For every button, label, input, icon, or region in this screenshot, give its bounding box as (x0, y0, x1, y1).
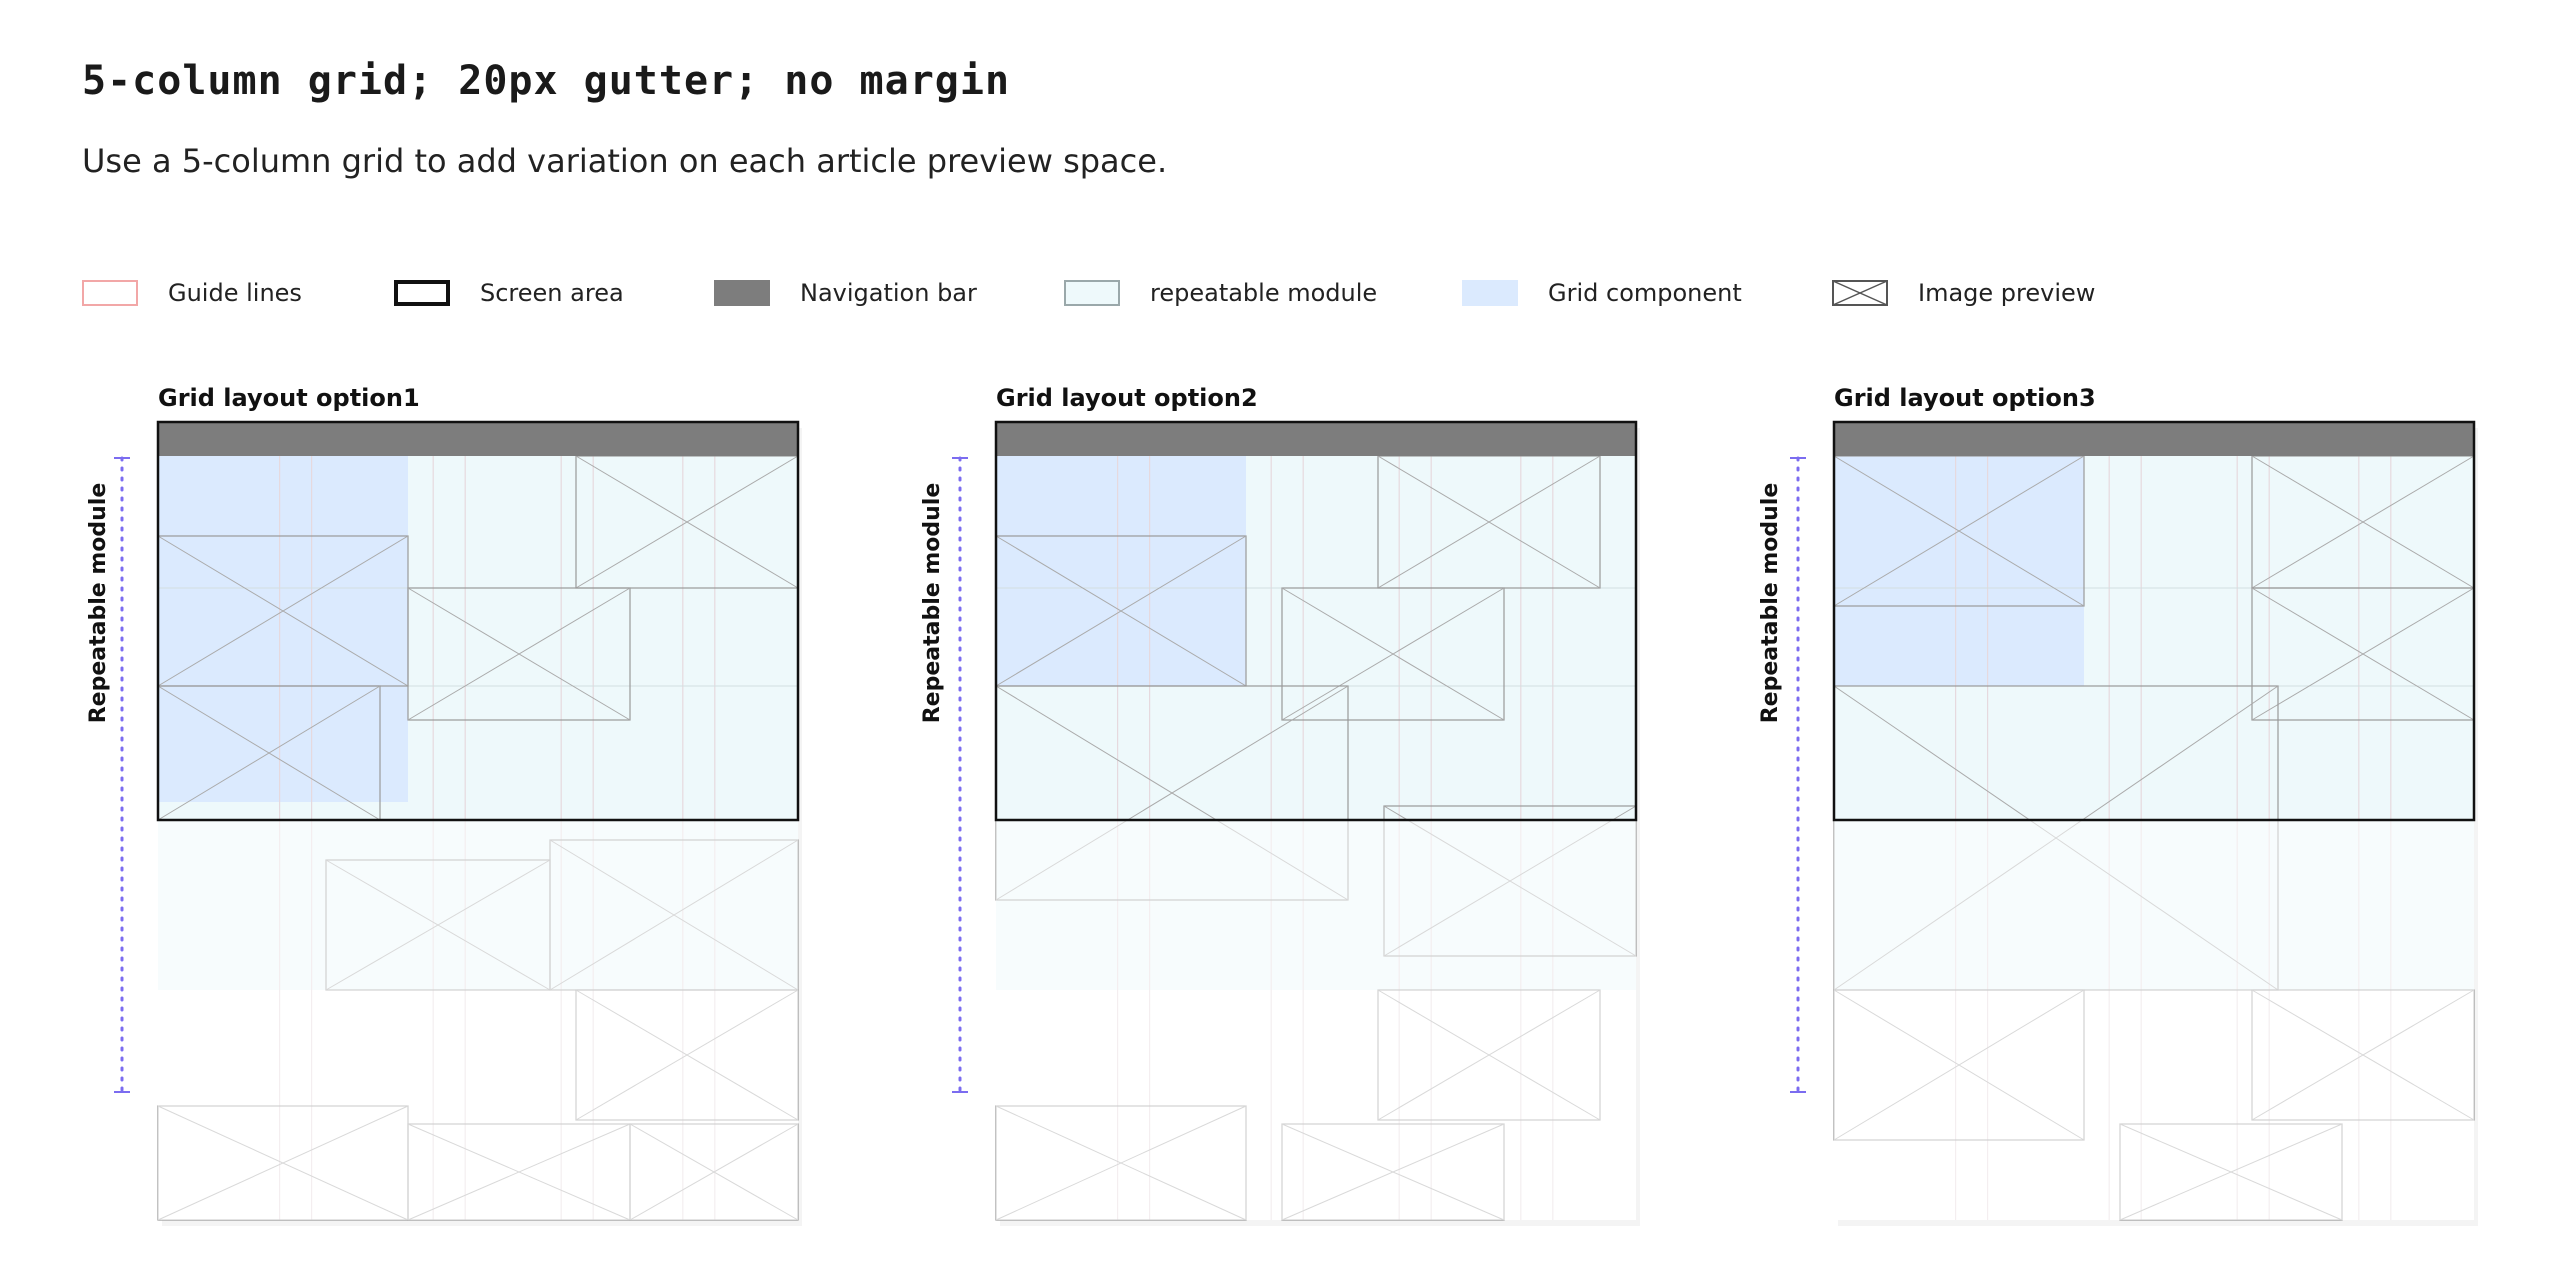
legend-guide-lines: Guide lines (82, 278, 302, 308)
legend-repeatable-module: repeatable module (1064, 278, 1377, 308)
panel-title-option3: Grid layout option3 (1834, 384, 2096, 412)
legend-label: repeatable module (1150, 279, 1378, 307)
offscreen-fade (1834, 820, 2474, 1220)
legend-screen-area: Screen area (394, 278, 624, 308)
legend-label: Grid component (1548, 279, 1742, 307)
navigation-bar (996, 422, 1636, 456)
page-title: 5-column grid; 20px gutter; no margin (82, 58, 1011, 104)
repeatable-module-swatch (1064, 280, 1120, 306)
grid-component (1834, 606, 2084, 686)
legend-grid-component: Grid component (1462, 278, 1742, 308)
grid-component-swatch (1462, 280, 1518, 306)
offscreen-fade (158, 820, 798, 1220)
navigation-bar (1834, 422, 2474, 456)
grid-component (158, 536, 408, 802)
image-preview-icon (1832, 280, 1888, 306)
legend-image-preview: Image preview (1832, 278, 2095, 308)
legend-label: Screen area (480, 279, 624, 307)
legend-label: Guide lines (168, 279, 302, 307)
grid-layout-option2-diagram (952, 420, 1640, 1226)
grid-component (996, 456, 1246, 686)
offscreen-fade (996, 820, 1636, 1220)
panel-title-option1: Grid layout option1 (158, 384, 420, 412)
navigation-bar-swatch (714, 280, 770, 306)
grid-layout-option3-diagram (1790, 420, 2478, 1226)
legend-label: Navigation bar (800, 279, 977, 307)
legend-navigation-bar: Navigation bar (714, 278, 977, 308)
screen-area-swatch (394, 280, 450, 306)
panel-title-option2: Grid layout option2 (996, 384, 1258, 412)
legend-label: Image preview (1918, 279, 2096, 307)
grid-layout-option1-diagram (114, 420, 802, 1226)
guide-lines-swatch (82, 280, 138, 306)
page-subtitle: Use a 5-column grid to add variation on … (82, 142, 1168, 180)
navigation-bar (158, 422, 798, 456)
